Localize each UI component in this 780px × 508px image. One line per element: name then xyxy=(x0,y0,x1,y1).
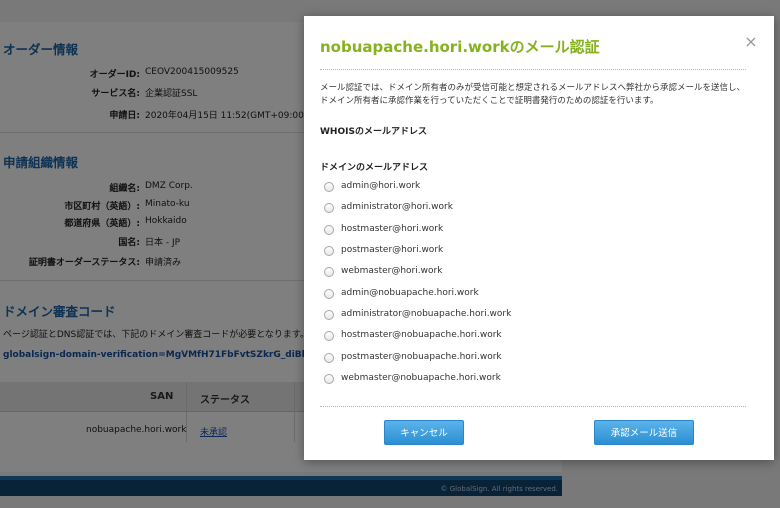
email-option-label: administrator@nobuapache.hori.work xyxy=(341,309,512,319)
divider xyxy=(320,69,746,70)
modal-title: nobuapache.hori.workのメール認証 xyxy=(320,38,600,56)
radio-button[interactable] xyxy=(324,182,334,192)
send-approval-email-button[interactable]: 承認メール送信 xyxy=(594,420,694,445)
email-option-label: admin@hori.work xyxy=(341,181,421,191)
email-option-label: administrator@hori.work xyxy=(341,202,453,212)
domain-email-header: ドメインのメールアドレス xyxy=(320,163,429,173)
radio-button[interactable] xyxy=(324,289,334,299)
radio-button[interactable] xyxy=(324,310,334,320)
radio-button[interactable] xyxy=(324,374,334,384)
radio-button[interactable] xyxy=(324,331,334,341)
radio-button[interactable] xyxy=(324,267,334,277)
close-icon[interactable]: × xyxy=(744,34,758,50)
email-option-label: postmaster@nobuapache.hori.work xyxy=(341,352,502,362)
cancel-button[interactable]: キャンセル xyxy=(384,420,464,445)
email-option-label: webmaster@hori.work xyxy=(341,266,443,276)
email-option-label: admin@nobuapache.hori.work xyxy=(341,288,479,298)
email-option-label: webmaster@nobuapache.hori.work xyxy=(341,373,501,383)
modal-description: メール認証では、ドメイン所有者のみが受信可能と想定されるメールアドレスへ弊社から… xyxy=(320,83,746,106)
radio-button[interactable] xyxy=(324,225,334,235)
radio-button[interactable] xyxy=(324,353,334,363)
whois-email-header: WHOISのメールアドレス xyxy=(320,127,427,137)
radio-button[interactable] xyxy=(324,203,334,213)
email-option-label: hostmaster@nobuapache.hori.work xyxy=(341,330,502,340)
email-option-label: postmaster@hori.work xyxy=(341,245,444,255)
email-option-label: hostmaster@hori.work xyxy=(341,224,444,234)
divider xyxy=(320,406,746,407)
radio-button[interactable] xyxy=(324,246,334,256)
email-verification-modal: nobuapache.hori.workのメール認証 × メール認証では、ドメイ… xyxy=(304,16,774,460)
